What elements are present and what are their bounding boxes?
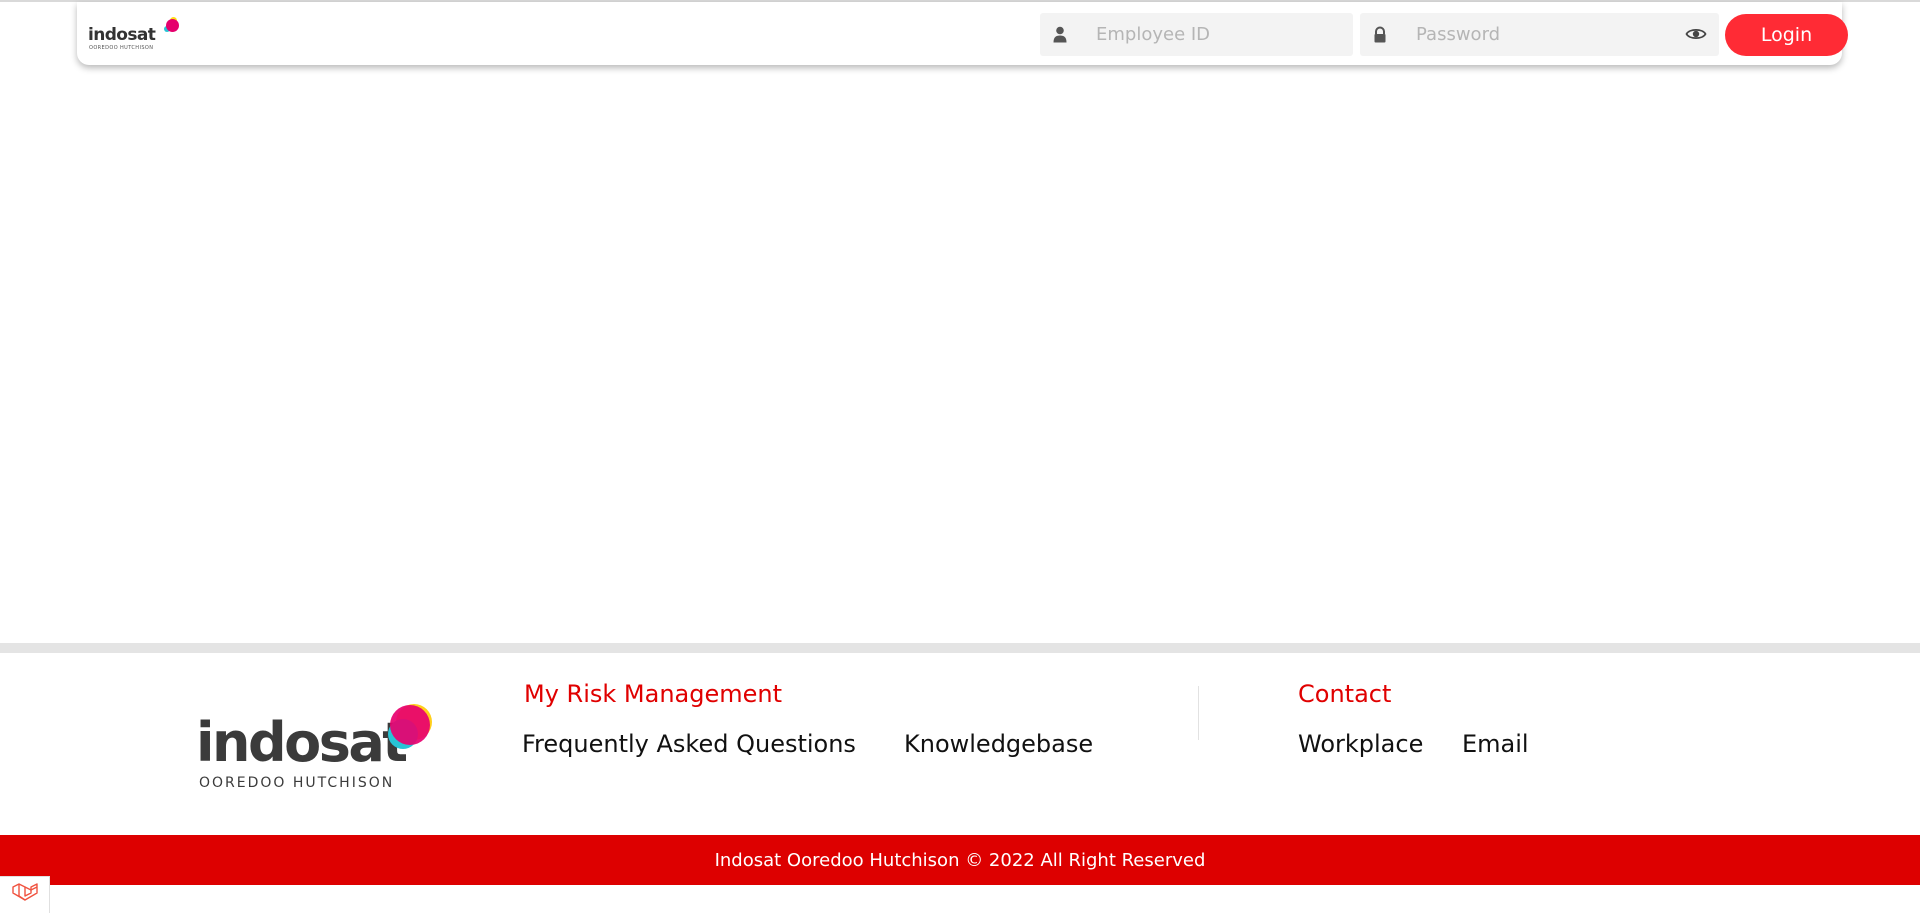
login-header: indosat OOREDOO HUTCHISON Employee ID Lo…	[77, 2, 1848, 65]
logo-pink-circle	[390, 705, 430, 745]
contact-heading: Contact	[1298, 680, 1392, 708]
copyright-text: Indosat Ooredoo Hutchison © 2022 All Rig…	[714, 849, 1206, 871]
employee-id-field	[1040, 13, 1353, 56]
password-field	[1360, 13, 1719, 56]
password-input[interactable]	[1416, 13, 1686, 56]
workplace-link[interactable]: Workplace	[1298, 730, 1423, 758]
header-logo-subtext: OOREDOO HUTCHISON	[89, 45, 154, 51]
header-logo-text: indosat	[88, 25, 156, 45]
email-link[interactable]: Email	[1462, 730, 1529, 758]
footer-logo-text: indosat	[196, 711, 408, 774]
footer-logo: indosat OOREDOO HUTCHISON	[196, 703, 436, 793]
header-logo[interactable]: indosat OOREDOO HUTCHISON	[88, 17, 179, 53]
lock-icon	[1372, 26, 1388, 43]
user-icon	[1052, 26, 1068, 43]
laravel-icon	[11, 882, 39, 908]
knowledgebase-link[interactable]: Knowledgebase	[904, 730, 1093, 758]
login-button[interactable]: Login	[1725, 14, 1848, 56]
employee-id-input[interactable]	[1096, 13, 1341, 56]
footer-logo-subtext: OOREDOO HUTCHISON	[199, 775, 395, 791]
risk-management-heading: My Risk Management	[524, 680, 783, 708]
copyright-bar: Indosat Ooredoo Hutchison © 2022 All Rig…	[0, 835, 1920, 885]
footer: indosat OOREDOO HUTCHISON My Risk Manage…	[0, 653, 1920, 835]
faq-link[interactable]: Frequently Asked Questions	[522, 730, 856, 758]
debug-badge[interactable]	[0, 876, 50, 913]
footer-divider	[0, 643, 1920, 653]
logo-pink-dot	[166, 19, 179, 32]
login-page: indosat OOREDOO HUTCHISON Employee ID Lo…	[0, 0, 1920, 913]
footer-vertical-divider	[1198, 686, 1199, 740]
eye-icon[interactable]	[1685, 25, 1707, 43]
